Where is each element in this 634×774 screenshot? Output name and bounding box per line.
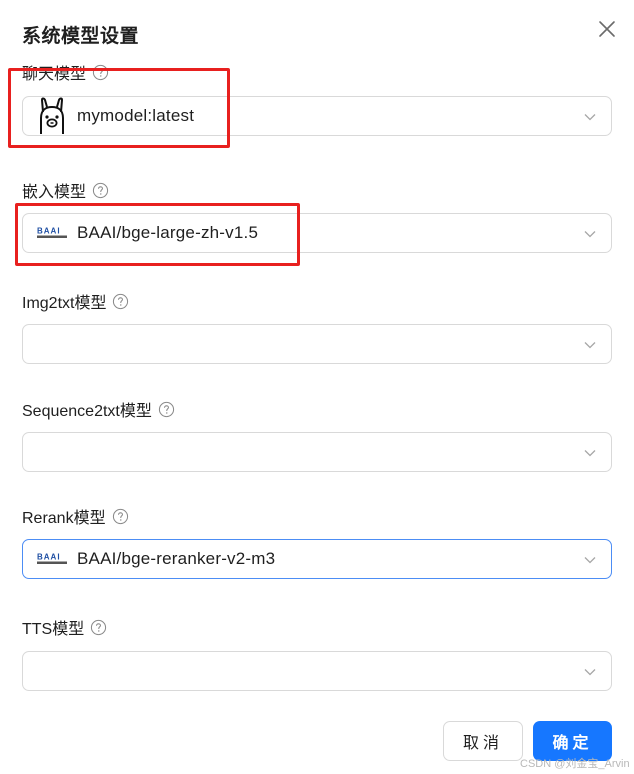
sequence2txt-model-label-text: Sequence2txt模型 xyxy=(22,403,152,420)
rerank-model-label: Rerank模型 xyxy=(22,505,129,527)
question-circle-icon[interactable] xyxy=(112,508,129,525)
rerank-model-value: BAAI/bge-reranker-v2-m3 xyxy=(77,549,276,568)
chat-model-label: 聊天模型 xyxy=(22,61,109,83)
chevron-down-icon xyxy=(583,110,597,124)
chevron-down-icon xyxy=(583,665,597,679)
embedding-model-value: BAAI/bge-large-zh-v1.5 xyxy=(77,223,259,242)
sequence2txt-model-select[interactable] xyxy=(22,432,612,472)
question-circle-icon[interactable] xyxy=(92,64,109,81)
svg-text:BAAI: BAAI xyxy=(37,553,61,562)
chevron-down-icon xyxy=(583,338,597,352)
dialog-title: 系统模型设置 xyxy=(22,26,140,47)
question-circle-icon[interactable] xyxy=(158,401,175,418)
baai-logo-icon: BAAI xyxy=(37,552,69,566)
watermark: CSDN @刘金宝_Arvin xyxy=(520,758,630,770)
chevron-down-icon xyxy=(583,553,597,567)
svg-text:BAAI: BAAI xyxy=(37,227,61,236)
chevron-down-icon xyxy=(583,227,597,241)
embedding-model-select[interactable]: BAAI BAAI/bge-large-zh-v1.5 xyxy=(22,213,612,253)
rerank-model-select[interactable]: BAAI BAAI/bge-reranker-v2-m3 xyxy=(22,539,612,579)
sequence2txt-model-label: Sequence2txt模型 xyxy=(22,398,175,420)
close-icon[interactable] xyxy=(595,17,619,41)
embedding-model-label: 嵌入模型 xyxy=(22,179,109,201)
question-circle-icon[interactable] xyxy=(92,182,109,199)
chat-model-select[interactable]: mymodel:latest xyxy=(22,96,612,136)
chevron-down-icon xyxy=(583,446,597,460)
img2txt-model-label: Img2txt模型 xyxy=(22,290,129,312)
img2txt-model-select[interactable] xyxy=(22,324,612,364)
rerank-model-label-text: Rerank模型 xyxy=(22,510,106,527)
cancel-button[interactable]: 取消 xyxy=(443,721,523,761)
llama-icon xyxy=(35,96,69,136)
chat-model-label-text: 聊天模型 xyxy=(22,66,87,83)
tts-model-select[interactable] xyxy=(22,651,612,691)
embedding-model-label-text: 嵌入模型 xyxy=(22,184,87,201)
baai-logo-icon: BAAI xyxy=(37,226,69,240)
question-circle-icon[interactable] xyxy=(90,619,107,636)
question-circle-icon[interactable] xyxy=(112,293,129,310)
tts-model-label: TTS模型 xyxy=(22,616,107,638)
chat-model-value: mymodel:latest xyxy=(77,106,195,125)
img2txt-model-label-text: Img2txt模型 xyxy=(22,295,107,312)
tts-model-label-text: TTS模型 xyxy=(22,621,85,638)
